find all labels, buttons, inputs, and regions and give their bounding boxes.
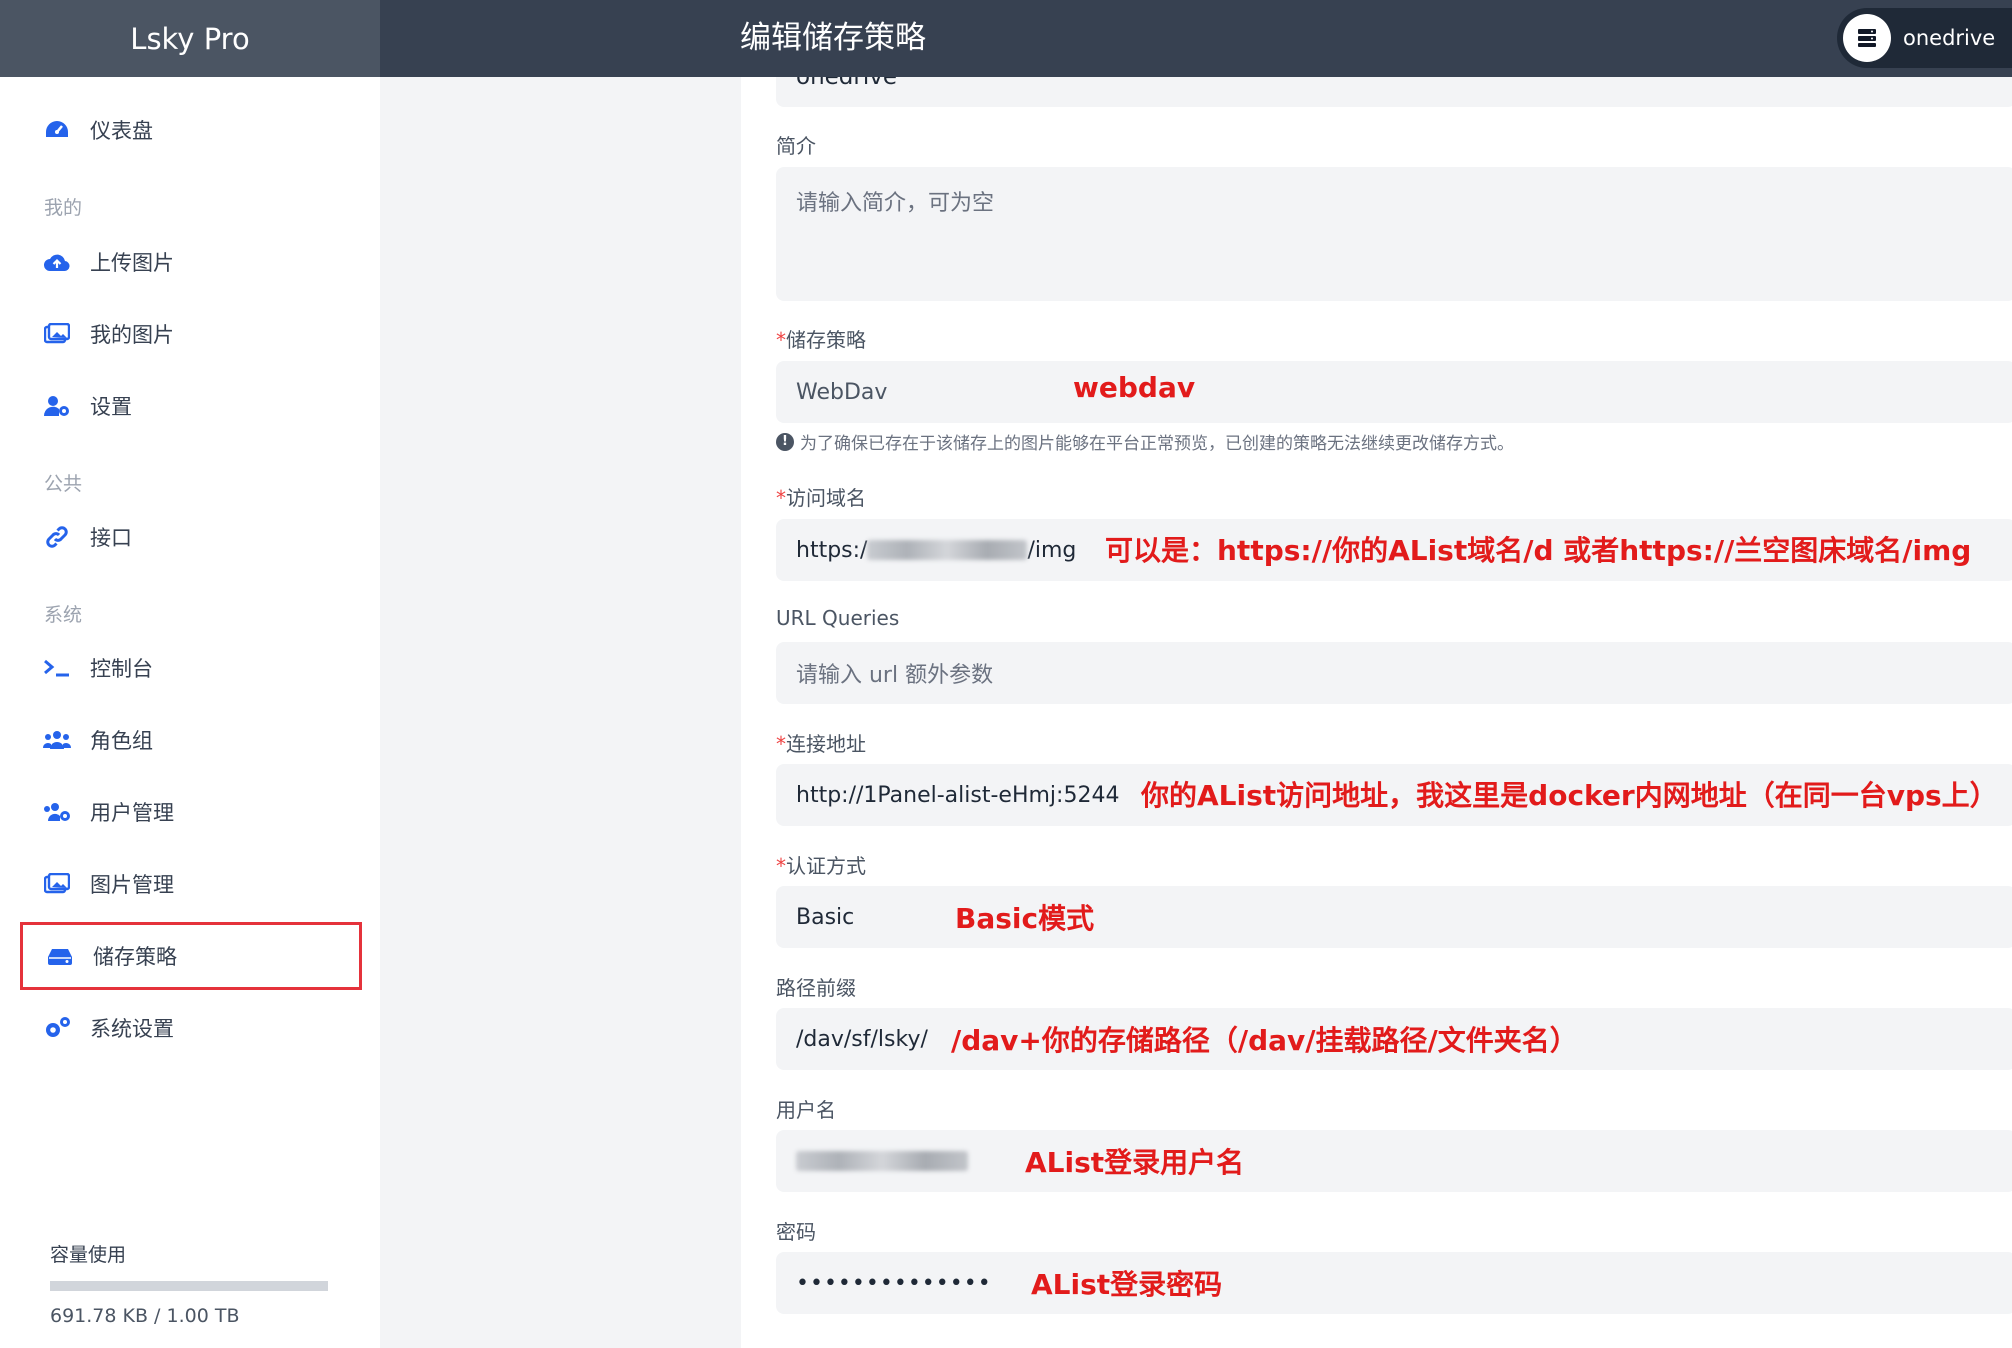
username-label: 用户名 bbox=[776, 1098, 836, 1122]
sidebar-item-console[interactable]: 控制台 bbox=[20, 634, 362, 702]
annotation-password: AList登录密码 bbox=[1031, 1268, 1223, 1301]
url-queries-input[interactable]: 请输入 url 额外参数 bbox=[776, 642, 2012, 704]
server-icon bbox=[1843, 14, 1891, 62]
sidebar-item-label: 图片管理 bbox=[90, 873, 174, 897]
capacity-title: 容量使用 bbox=[50, 1244, 127, 1266]
annotation-endpoint: 你的AList访问地址，我这里是docker内网地址（在同一台vps上） bbox=[1141, 779, 1998, 812]
sidebar-item-label: 角色组 bbox=[90, 729, 153, 753]
brand-logo[interactable]: Lsky Pro bbox=[0, 0, 380, 77]
sidebar-item-label: 用户管理 bbox=[90, 801, 174, 825]
section-label-mine: 我的 bbox=[44, 197, 83, 219]
auth-label: *认证方式 bbox=[776, 854, 866, 878]
user-name: onedrive bbox=[1903, 26, 1996, 50]
sidebar-item-dashboard[interactable]: 仪表盘 bbox=[20, 96, 362, 164]
cloud-upload-icon bbox=[42, 247, 72, 277]
password-label: 密码 bbox=[776, 1220, 816, 1244]
capacity-usage: 容量使用 691.78 KB / 1.00 TB bbox=[50, 1240, 328, 1327]
redacted-text bbox=[796, 1151, 968, 1171]
users-cog-icon bbox=[42, 797, 72, 827]
user-menu[interactable]: onedrive bbox=[1837, 8, 2012, 68]
info-icon: ! bbox=[776, 432, 794, 451]
annotation-prefix: /dav+你的存储路径（/dav/挂载路径/文件夹名） bbox=[951, 1024, 1578, 1057]
prefix-label: 路径前缀 bbox=[776, 976, 856, 1000]
sidebar-item-users[interactable]: 用户管理 bbox=[20, 778, 362, 846]
strategy-select[interactable]: WebDav bbox=[776, 361, 2012, 423]
redacted-text bbox=[867, 540, 1028, 560]
link-icon bbox=[42, 522, 72, 552]
page-title: 编辑储存策略 bbox=[740, 20, 926, 56]
sidebar-item-label: 系统设置 bbox=[90, 1017, 174, 1041]
cogs-icon bbox=[42, 1013, 72, 1043]
sidebar: 仪表盘 我的 上传图片 我的图片 设置 公共 接口 系统 控制台 角色组 用户管… bbox=[0, 77, 380, 1348]
strategy-note: ! 为了确保已存在于该储存上的图片能够在平台正常预览，已创建的策略无法继续更改储… bbox=[776, 429, 1514, 454]
images-icon bbox=[42, 319, 72, 349]
terminal-icon bbox=[42, 653, 72, 683]
intro-label: 简介 bbox=[776, 134, 816, 158]
password-input[interactable]: •••••••••••••• bbox=[776, 1252, 2012, 1314]
user-cog-icon bbox=[42, 391, 72, 421]
section-label-system: 系统 bbox=[44, 604, 83, 626]
capacity-bar bbox=[50, 1281, 328, 1291]
strategy-label: *储存策略 bbox=[776, 328, 866, 352]
sidebar-item-roles[interactable]: 角色组 bbox=[20, 706, 362, 774]
sidebar-item-settings[interactable]: 设置 bbox=[20, 372, 362, 440]
username-input[interactable] bbox=[776, 1130, 2012, 1192]
sidebar-item-label: 上传图片 bbox=[90, 251, 174, 275]
sidebar-item-upload[interactable]: 上传图片 bbox=[20, 228, 362, 296]
top-bar: Lsky Pro 编辑储存策略 onedrive bbox=[0, 0, 2012, 77]
name-field[interactable]: onedrive bbox=[776, 77, 2012, 107]
annotation-username: AList登录用户名 bbox=[1025, 1146, 1245, 1179]
sidebar-item-system-settings[interactable]: 系统设置 bbox=[20, 994, 362, 1062]
sidebar-item-label: 控制台 bbox=[90, 657, 153, 681]
sidebar-item-label: 储存策略 bbox=[93, 945, 177, 969]
annotation-domain: 可以是：https://你的AList域名/d 或者https://兰空图床域名… bbox=[1105, 534, 1972, 567]
gauge-icon bbox=[42, 115, 72, 145]
sidebar-item-strategies[interactable]: 储存策略 bbox=[20, 922, 362, 990]
sidebar-item-api[interactable]: 接口 bbox=[20, 503, 362, 571]
domain-label: *访问域名 bbox=[776, 486, 866, 510]
section-label-public: 公共 bbox=[44, 473, 83, 495]
sidebar-item-label: 仪表盘 bbox=[90, 119, 153, 143]
annotation-auth: Basic模式 bbox=[955, 902, 1095, 935]
images-icon bbox=[42, 869, 72, 899]
annotation-strategy: webdav bbox=[1073, 371, 1196, 404]
sidebar-item-label: 设置 bbox=[90, 395, 132, 419]
sidebar-item-images[interactable]: 图片管理 bbox=[20, 850, 362, 918]
capacity-text: 691.78 KB / 1.00 TB bbox=[50, 1305, 240, 1327]
endpoint-label: *连接地址 bbox=[776, 732, 866, 756]
intro-textarea[interactable]: 请输入简介，可为空 bbox=[776, 167, 2012, 301]
sidebar-item-label: 我的图片 bbox=[90, 323, 174, 347]
form-panel: onedrive 简介 请输入简介，可为空 *储存策略 WebDav webda… bbox=[741, 77, 2012, 1348]
sidebar-item-my-images[interactable]: 我的图片 bbox=[20, 300, 362, 368]
url-queries-label: URL Queries bbox=[776, 606, 900, 630]
users-icon bbox=[42, 725, 72, 755]
hard-drive-icon bbox=[45, 941, 75, 971]
sidebar-item-label: 接口 bbox=[90, 526, 132, 550]
